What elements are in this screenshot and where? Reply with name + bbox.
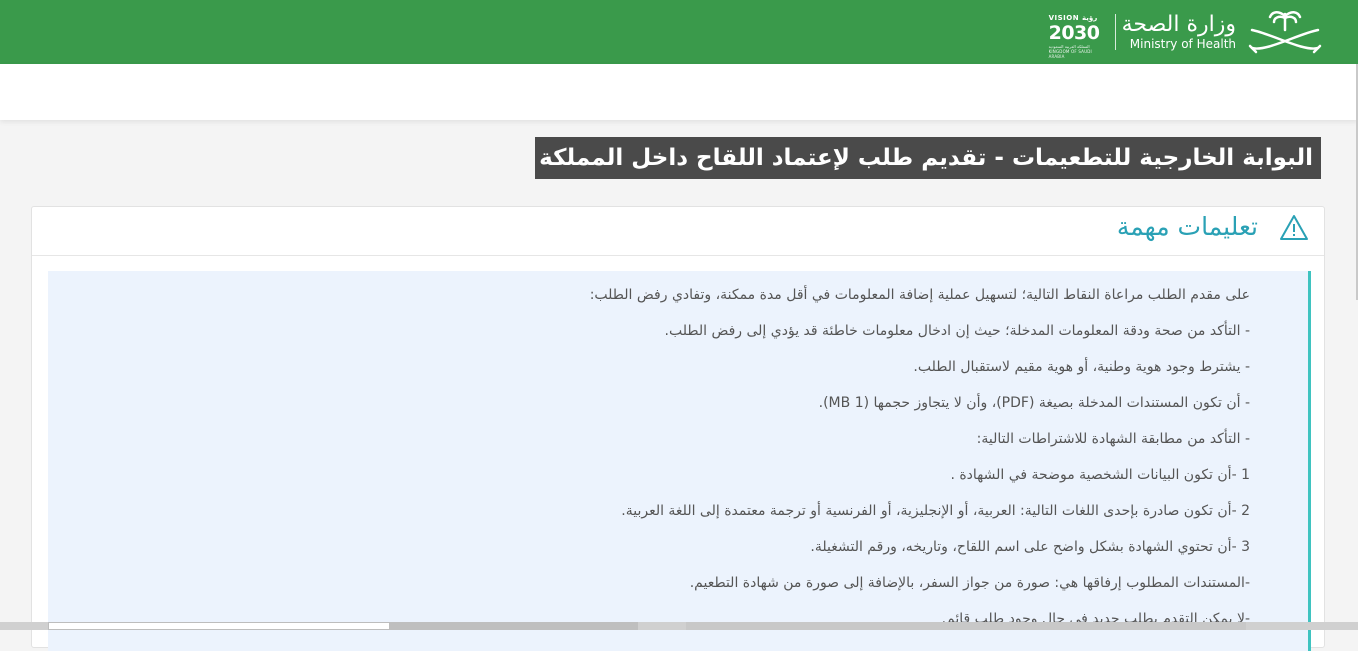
vision-label: VISION رؤية — [1048, 14, 1098, 22]
bottom-form-strip — [0, 622, 1358, 630]
instructions-panel-header: تعليمات مهمة — [32, 207, 1324, 256]
warning-icon — [1280, 215, 1308, 240]
instructions-note-box: على مقدم الطلب مراعاة النقاط التالية؛ لت… — [48, 271, 1311, 651]
palm-swords-emblem-icon — [1248, 11, 1322, 54]
vision-year: 2030 — [1048, 22, 1100, 44]
form-field-edge — [686, 622, 1246, 630]
form-field-edge — [390, 622, 638, 630]
vision-subtitle: المملكة العربية السعودية KINGDOM OF SAUD… — [1048, 44, 1092, 59]
instructions-panel: تعليمات مهمة على مقدم الطلب مراعاة النقا… — [31, 206, 1325, 651]
instruction-line: 1 -أن تكون البيانات الشخصية موضحة في الش… — [950, 467, 1250, 483]
vision-2030-logo: VISION رؤية 2030 المملكة العربية السعودي… — [1048, 12, 1105, 59]
instruction-line: - التأكد من صحة ودقة المعلومات المدخلة؛ … — [664, 323, 1250, 339]
secondary-nav-bar — [0, 64, 1358, 120]
instruction-line: 3 -أن تحتوي الشهادة بشكل واضح على اسم ال… — [810, 539, 1250, 555]
instruction-line: - أن تكون المستندات المدخلة بصيغة (PDF)،… — [818, 395, 1250, 411]
instruction-line: - يشترط وجود هوية وطنية، أو هوية مقيم لا… — [913, 359, 1250, 375]
ministry-name: وزارة الصحة Ministry of Health — [1121, 12, 1236, 52]
page-title: البوابة الخارجية للتطعيمات - تقديم طلب ل… — [535, 137, 1321, 179]
instruction-line: -المستندات المطلوب إرفاقها هي: صورة من ج… — [689, 575, 1250, 591]
form-field-edge[interactable] — [48, 622, 390, 630]
brand-divider — [1114, 14, 1116, 50]
ministry-name-ar: وزارة الصحة — [1121, 12, 1236, 37]
instruction-line: 2 -أن تكون صادرة بإحدى اللغات التالية: ا… — [621, 503, 1250, 519]
ministry-brand-logo[interactable]: VISION رؤية 2030 المملكة العربية السعودي… — [1048, 8, 1324, 59]
instruction-line: - التأكد من مطابقة الشهادة للاشتراطات ال… — [976, 431, 1250, 447]
top-header-bar: VISION رؤية 2030 المملكة العربية السعودي… — [0, 0, 1358, 64]
ministry-name-en: Ministry of Health — [1129, 37, 1236, 51]
instruction-line: على مقدم الطلب مراعاة النقاط التالية؛ لت… — [589, 287, 1250, 303]
instructions-title: تعليمات مهمة — [1116, 212, 1258, 241]
